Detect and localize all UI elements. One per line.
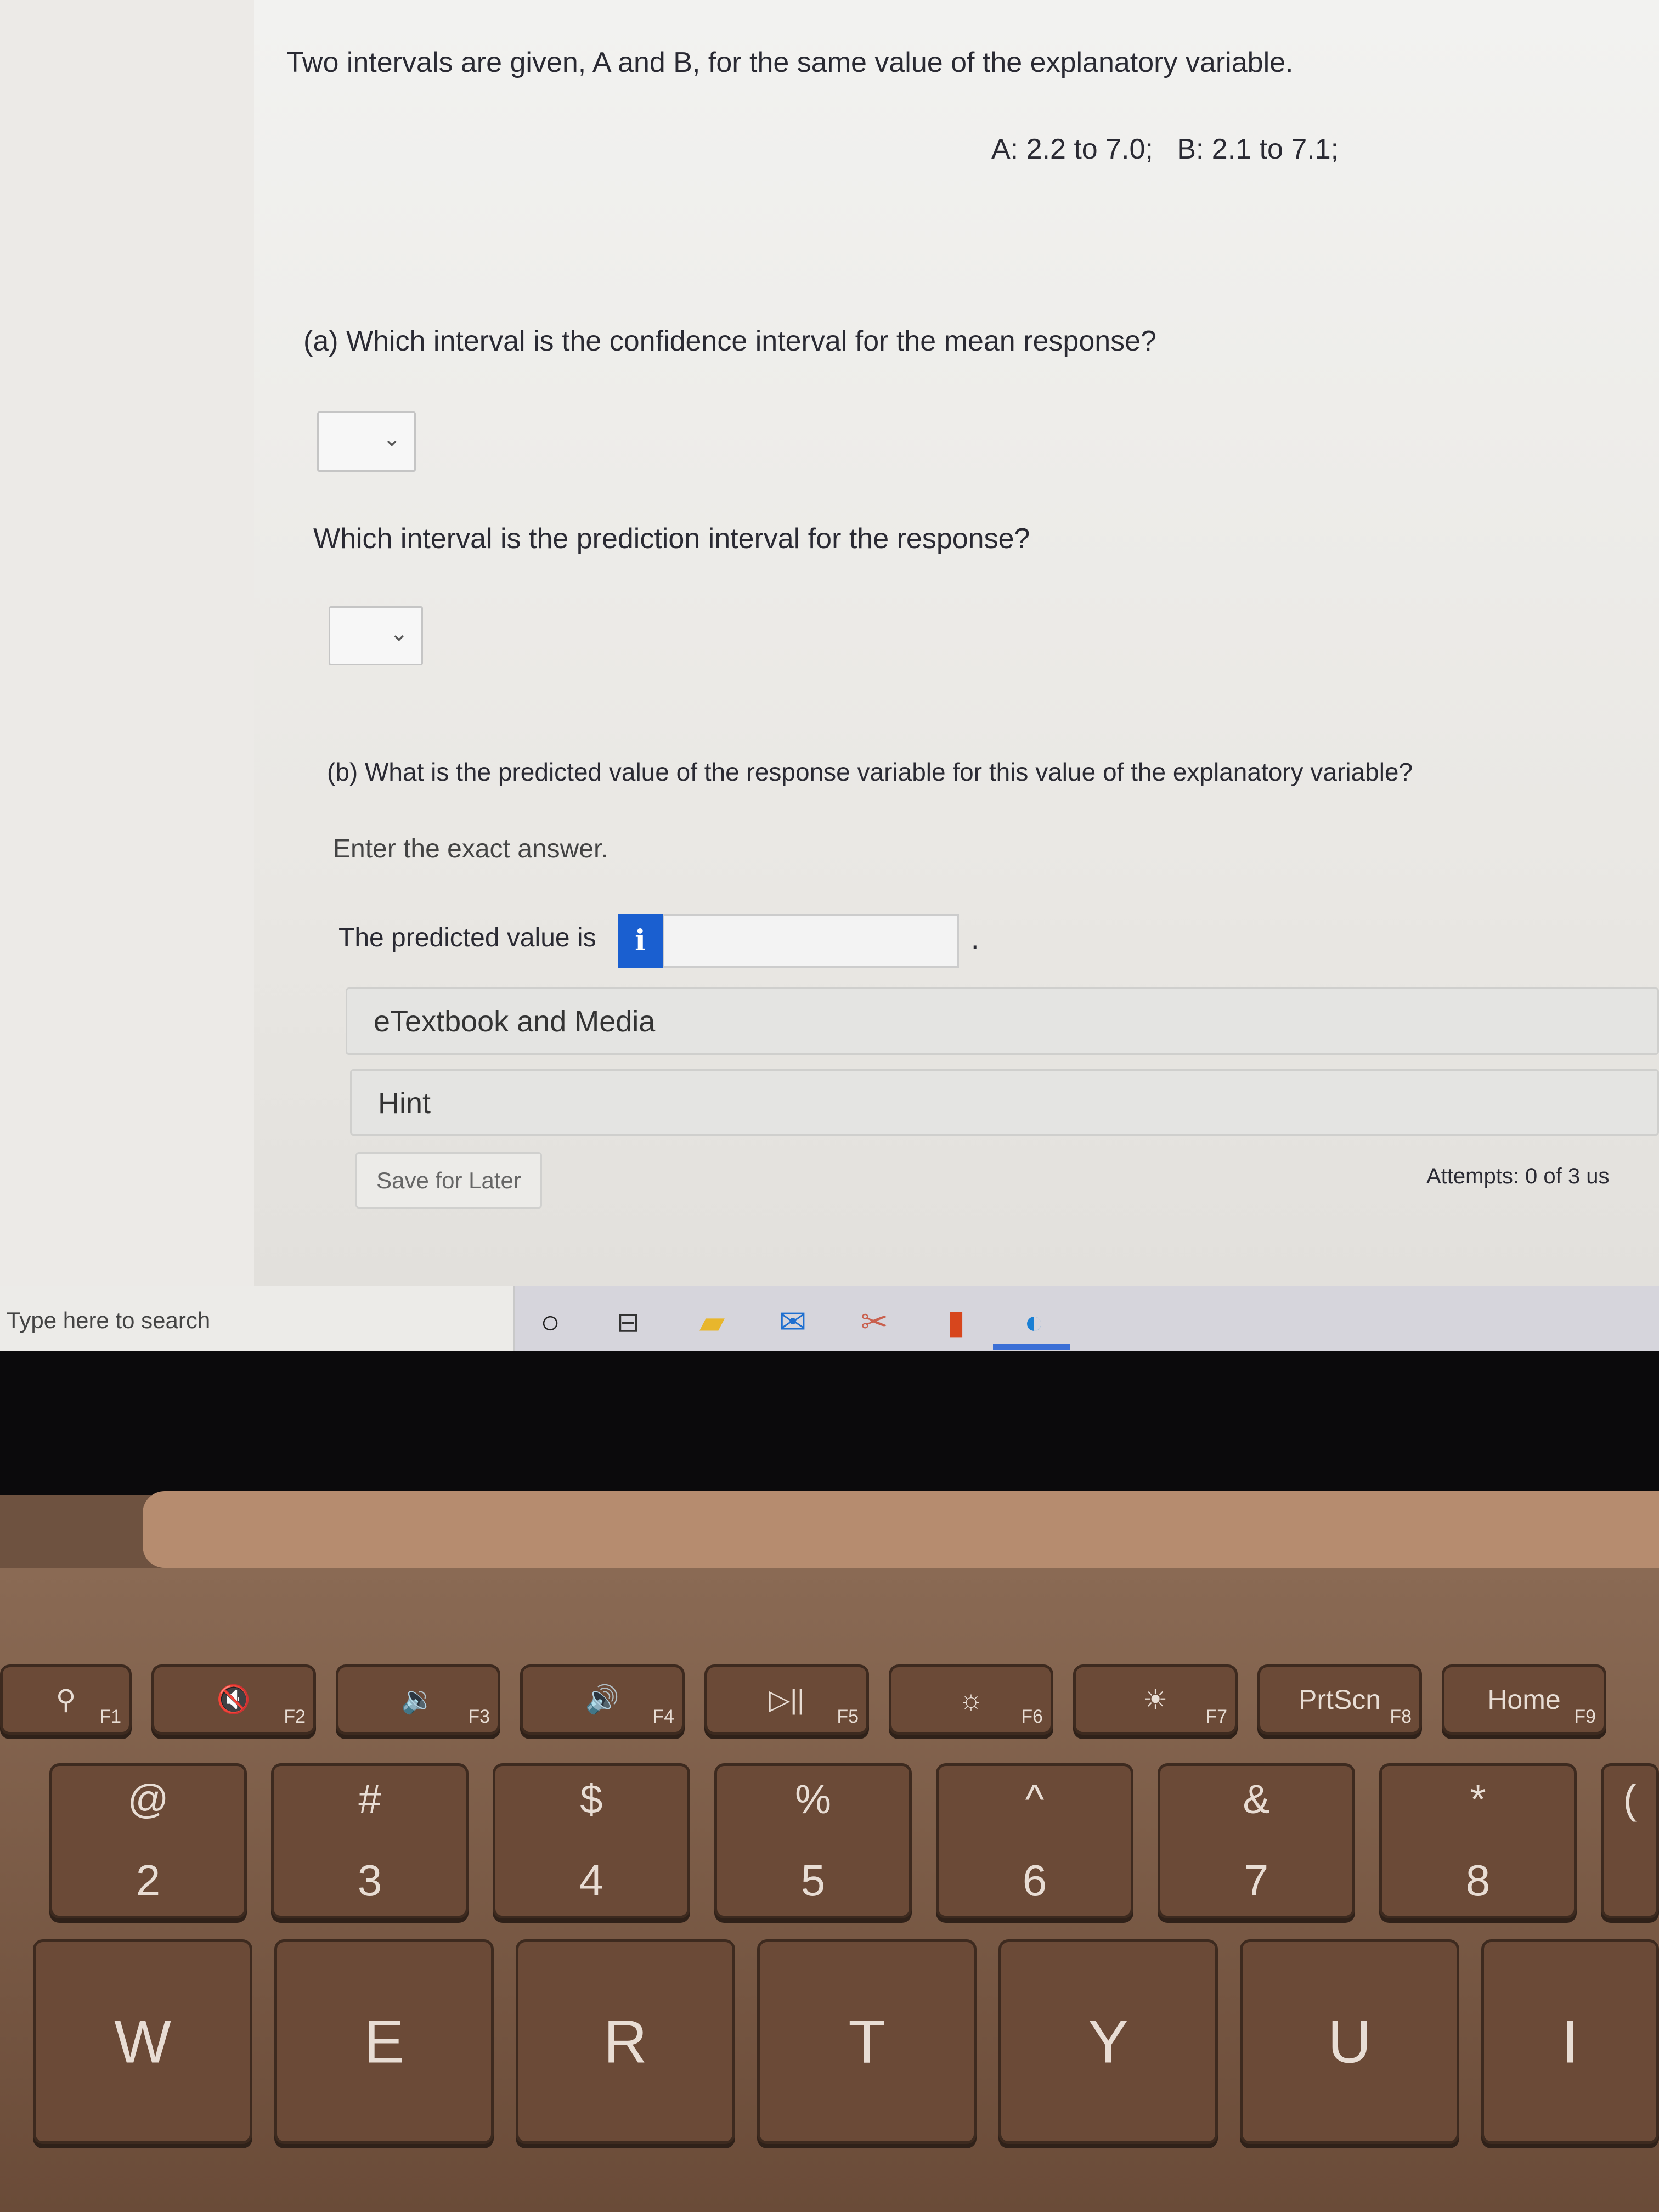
key-label: F8 — [1390, 1706, 1412, 1727]
key-shift-glyph: @ — [127, 1776, 169, 1822]
key-glyph: E — [364, 2008, 404, 2075]
period: . — [971, 923, 979, 955]
cortana-icon[interactable]: ○ — [531, 1300, 569, 1344]
edge-icon[interactable]: ◐ — [1015, 1300, 1053, 1344]
key-shift-glyph: $ — [580, 1776, 603, 1822]
key-8[interactable]: * 8 — [1379, 1763, 1577, 1918]
question-intro: Two intervals are given, A and B, for th… — [286, 47, 1294, 78]
intervals-text: A: 2.2 to 7.0; B: 2.1 to 7.1; — [991, 133, 1339, 165]
key-glyph: 4 — [579, 1856, 604, 1905]
key-glyph: W — [114, 2008, 171, 2075]
etextbook-media-button[interactable]: eTextbook and Media — [346, 988, 1659, 1055]
key-glyph: 7 — [1244, 1856, 1269, 1905]
key-6[interactable]: ^ 6 — [936, 1763, 1133, 1918]
key-r[interactable]: R — [516, 1939, 735, 2144]
key-5[interactable]: % 5 — [714, 1763, 912, 1918]
key-glyph: U — [1328, 2008, 1372, 2075]
laptop-hinge — [143, 1491, 1659, 1568]
key-7[interactable]: & 7 — [1158, 1763, 1355, 1918]
chevron-down-icon: ⌄ — [382, 427, 401, 451]
hint-label: Hint — [378, 1087, 431, 1120]
snipping-tool-icon[interactable]: ✂ — [855, 1300, 894, 1344]
taskbar-search-box[interactable]: Type here to search — [0, 1286, 515, 1351]
key-shift-glyph: ( — [1623, 1776, 1637, 1822]
key-shift-glyph: * — [1470, 1776, 1486, 1822]
key-f5[interactable]: ▷|| F5 — [704, 1664, 869, 1735]
key-f4[interactable]: 🔊 F4 — [520, 1664, 685, 1735]
mail-icon[interactable]: ✉ — [774, 1300, 812, 1344]
key-shift-glyph: ^ — [1025, 1776, 1045, 1822]
save-for-later-button[interactable]: Save for Later — [356, 1152, 542, 1209]
key-glyph: T — [848, 2008, 885, 2075]
attempts-counter: Attempts: 0 of 3 us — [1426, 1164, 1610, 1188]
key-glyph: Y — [1088, 2008, 1128, 2075]
key-paren[interactable]: ( — [1601, 1763, 1659, 1918]
key-i[interactable]: I — [1481, 1939, 1659, 2144]
office-icon[interactable]: ▮ — [937, 1300, 975, 1344]
key-e[interactable]: E — [274, 1939, 494, 2144]
part-a-question: (a) Which interval is the confidence int… — [303, 325, 1156, 357]
key-glyph: 8 — [1465, 1856, 1491, 1905]
search-placeholder: Type here to search — [7, 1307, 211, 1333]
page-margin — [0, 0, 254, 1286]
key-t[interactable]: T — [757, 1939, 977, 2144]
prediction-interval-dropdown[interactable]: ⌄ — [329, 606, 423, 665]
screen-bezel — [0, 1351, 1659, 1495]
key-glyph: 6 — [1022, 1856, 1047, 1905]
key-f7[interactable]: ☀ F7 — [1073, 1664, 1238, 1735]
key-glyph: 5 — [800, 1856, 826, 1905]
key-u[interactable]: U — [1240, 1939, 1459, 2144]
key-label: F9 — [1574, 1706, 1596, 1727]
key-glyph: 3 — [357, 1856, 382, 1905]
instruction-text: Enter the exact answer. — [333, 834, 608, 864]
key-f3[interactable]: 🔉 F3 — [336, 1664, 500, 1735]
confidence-interval-dropdown[interactable]: ⌄ — [317, 411, 416, 472]
key-y[interactable]: Y — [998, 1939, 1218, 2144]
key-f2[interactable]: 🔇 F2 — [151, 1664, 316, 1735]
chevron-down-icon: ⌄ — [390, 622, 408, 646]
key-3[interactable]: #3 — [271, 1763, 469, 1918]
key-glyph: 2 — [136, 1856, 161, 1905]
part-b-question: (b) What is the predicted value of the r… — [327, 758, 1413, 786]
key-f9[interactable]: Home F9 — [1442, 1664, 1606, 1735]
key-label: F2 — [284, 1706, 306, 1727]
key-shift-glyph: # — [358, 1776, 381, 1822]
key-label: F6 — [1021, 1706, 1043, 1727]
info-button[interactable]: i — [618, 914, 663, 968]
predicted-value-label: The predicted value is — [338, 923, 596, 952]
part-a2-question: Which interval is the prediction interva… — [313, 523, 1030, 555]
key-w[interactable]: W — [33, 1939, 252, 2144]
key-shift-glyph: & — [1243, 1776, 1270, 1822]
key-f8[interactable]: PrtScn F8 — [1257, 1664, 1422, 1735]
key-label: F4 — [652, 1706, 674, 1727]
task-view-icon[interactable]: ⊟ — [609, 1300, 647, 1344]
key-label: F1 — [99, 1706, 121, 1727]
predicted-value-input[interactable] — [663, 914, 959, 968]
key-glyph: R — [603, 2008, 647, 2075]
hint-button[interactable]: Hint — [350, 1069, 1659, 1136]
key-label: F3 — [468, 1706, 490, 1727]
key-4[interactable]: $4 — [493, 1763, 690, 1918]
key-f1[interactable]: ⚲ F1 — [0, 1664, 132, 1735]
file-explorer-icon[interactable]: ▰ — [693, 1300, 731, 1344]
etextbook-label: eTextbook and Media — [374, 1005, 656, 1038]
key-f6[interactable]: ☼ F6 — [889, 1664, 1053, 1735]
key-shift-glyph: % — [795, 1776, 831, 1822]
key-2[interactable]: @2 — [49, 1763, 247, 1918]
active-app-indicator — [993, 1344, 1070, 1350]
key-label: F7 — [1205, 1706, 1227, 1727]
key-glyph: I — [1561, 2008, 1579, 2075]
key-label: F5 — [837, 1706, 859, 1727]
